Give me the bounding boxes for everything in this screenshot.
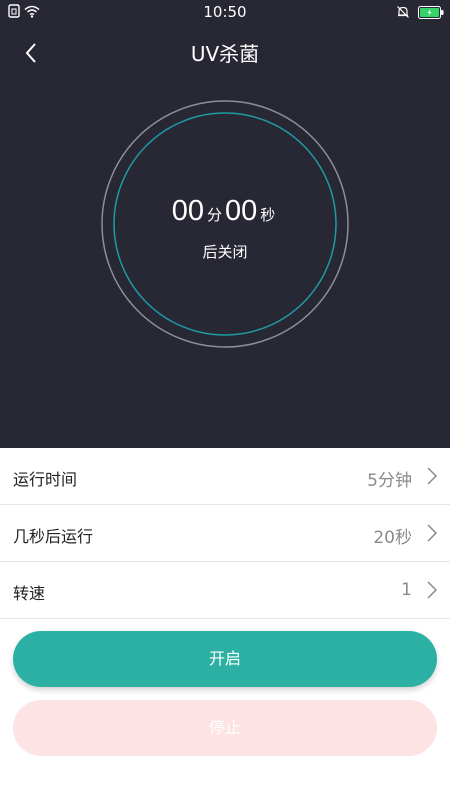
stop-button[interactable]: 停止 [13, 700, 437, 756]
status-time: 10:50 [203, 3, 247, 21]
setting-label: 几秒后运行 [13, 527, 94, 546]
setting-value: 1 [401, 580, 412, 600]
page-title: UV杀菌 [190, 42, 260, 66]
status-right-icons [396, 4, 444, 23]
battery-charging-icon [418, 4, 444, 23]
chevron-right-icon [427, 581, 438, 599]
settings-list: 运行时间 5分钟 几秒后运行 20秒 转速 1 [0, 448, 450, 619]
timer-minutes: 00 [171, 195, 204, 227]
setting-label: 转速 [13, 584, 46, 603]
setting-row-run-time[interactable]: 运行时间 5分钟 [0, 448, 450, 505]
timer-seconds: 00 [225, 195, 258, 227]
setting-label: 运行时间 [13, 470, 78, 489]
countdown-readout: 00 分 00 秒 [100, 195, 350, 228]
nav-bar: UV杀菌 [0, 28, 450, 74]
countdown-dial: 00 分 00 秒 后关闭 [100, 99, 350, 349]
start-button[interactable]: 开启 [13, 631, 437, 687]
bell-muted-icon [396, 4, 410, 23]
status-bar: 10:50 [0, 0, 450, 24]
chevron-right-icon [427, 524, 438, 542]
chevron-right-icon [427, 467, 438, 485]
timer-minutes-unit: 分 [206, 206, 222, 224]
timer-seconds-unit: 秒 [260, 206, 276, 224]
timer-subtitle: 后关闭 [202, 243, 248, 261]
setting-value: 5分钟 [367, 471, 412, 491]
setting-row-delay[interactable]: 几秒后运行 20秒 [0, 505, 450, 562]
setting-row-speed[interactable]: 转速 1 [0, 562, 450, 619]
setting-value: 20秒 [373, 528, 412, 548]
top-panel: 10:50 UV杀菌 00 分 00 秒 后关闭 [0, 0, 450, 448]
